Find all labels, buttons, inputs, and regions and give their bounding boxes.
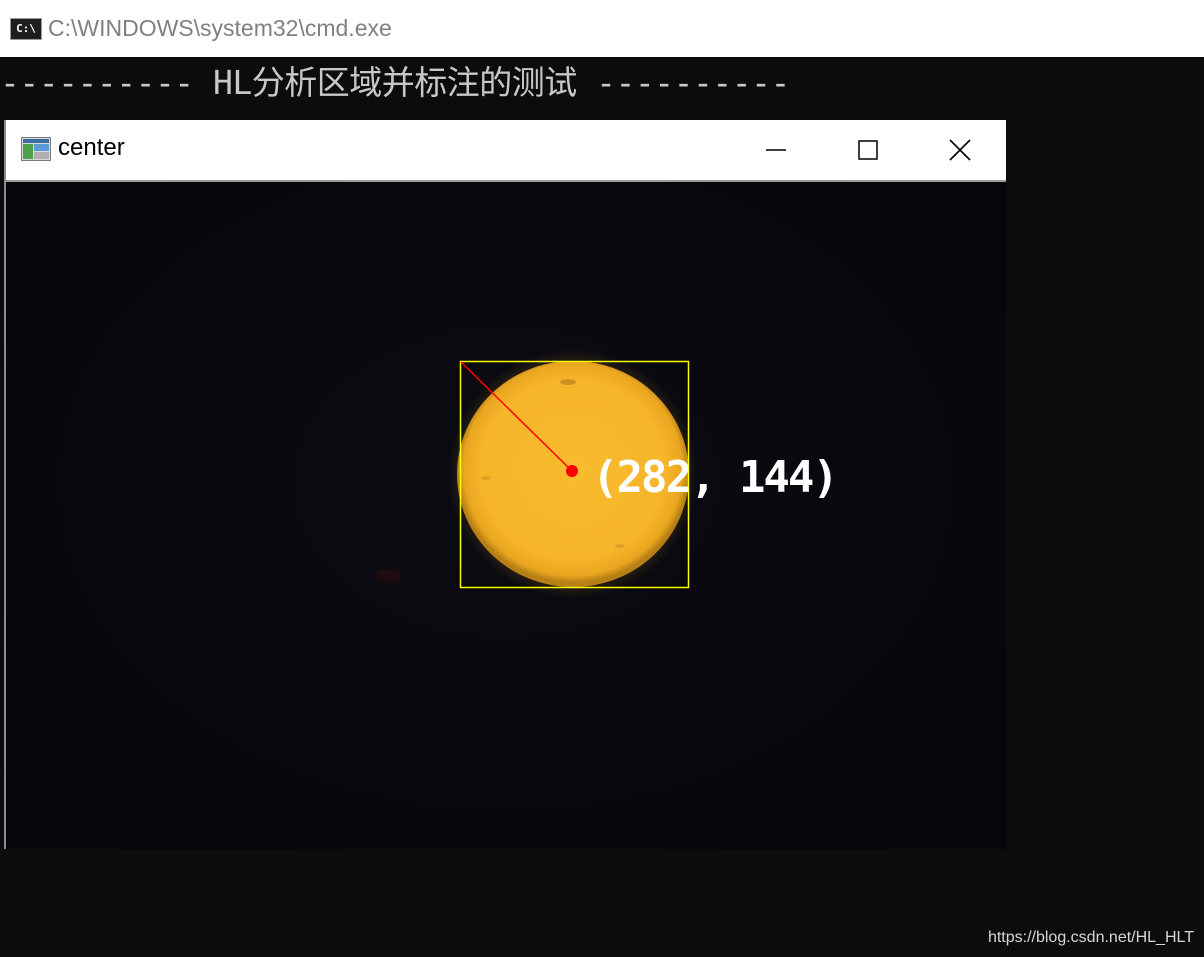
maximize-button[interactable] [822, 120, 914, 180]
background-speck [374, 569, 402, 583]
close-icon [949, 139, 971, 161]
minimize-icon [766, 149, 786, 151]
desktop: C:\ C:\WINDOWS\system32\cmd.exe --------… [0, 0, 1204, 957]
annotated-image: (282, 144) [374, 349, 839, 599]
maximize-icon [858, 140, 878, 160]
object-spot [560, 379, 576, 385]
console-titlebar[interactable]: C:\ C:\WINDOWS\system32\cmd.exe [0, 0, 1204, 57]
image-window-titlebar[interactable]: center [6, 120, 1006, 182]
image-canvas: (282, 144) [6, 182, 1006, 849]
image-window-title: center [58, 134, 125, 161]
app-window-icon [21, 137, 51, 161]
close-button[interactable] [914, 120, 1006, 180]
image-window: center (282, 144) [4, 120, 1006, 849]
center-coordinate-label: (282, 144) [592, 452, 837, 503]
console-output-line: ---------- HL分析区域并标注的测试 ---------- [0, 63, 790, 102]
center-dot [566, 465, 578, 477]
console-icon: C:\ [10, 17, 42, 40]
object-spot [481, 476, 491, 480]
console-title: C:\WINDOWS\system32\cmd.exe [48, 15, 392, 41]
console-icon-text: C:\ [16, 22, 36, 35]
object-spot [615, 544, 625, 548]
watermark: https://blog.csdn.net/HL_HLT [987, 929, 1194, 946]
minimize-button[interactable] [730, 120, 822, 180]
